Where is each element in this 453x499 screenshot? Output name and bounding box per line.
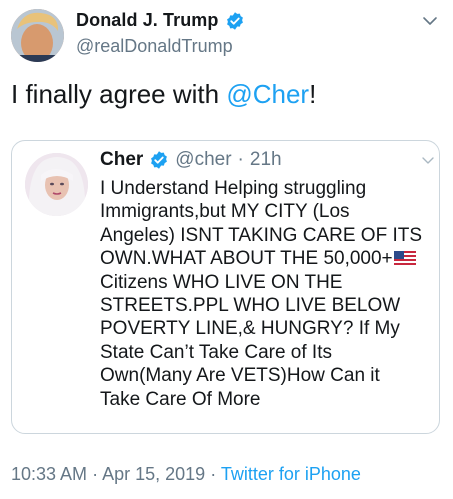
tweet-metadata: 10:33 AM · Apr 15, 2019 · Twitter for iP…: [11, 464, 361, 485]
quoted-text-line: I Understand Helping struggling: [100, 178, 367, 199]
author-name[interactable]: Donald J. Trump: [76, 10, 219, 31]
tweet-text: I finally agree with @Cher!: [11, 78, 316, 110]
quoted-author-handle[interactable]: @cher: [175, 149, 231, 171]
tweet-text-suffix: !: [309, 79, 317, 109]
quoted-text-line: POVERTY LINE,& HUNGRY? If My: [100, 318, 400, 340]
quoted-text-line: Immigrants,but MY CITY (Los: [100, 201, 350, 223]
tweet-text-prefix: I finally agree with: [11, 79, 227, 109]
mention-link[interactable]: @Cher: [226, 79, 309, 109]
tweet-date[interactable]: Apr 15, 2019: [102, 464, 205, 484]
quoted-tweet-text: I Understand Helping struggling Immigran…: [100, 177, 435, 411]
author-handle[interactable]: @realDonaldTrump: [76, 36, 233, 57]
quoted-text-line: STREETS.PPL WHO LIVE BELOW: [100, 295, 401, 317]
quoted-text-line-with-flag: OWN.WHAT ABOUT THE 50,000+: [100, 247, 435, 270]
quoted-text-line: Own(Many Are VETS)How Can it: [100, 365, 380, 387]
author-avatar[interactable]: [11, 9, 64, 62]
quoted-text-line: State Can’t Take Care of Its: [100, 341, 332, 363]
tweet-time[interactable]: 10:33 AM: [11, 464, 87, 484]
quoted-text-line: Citizens WHO LIVE ON THE: [100, 271, 343, 293]
separator-dot: ·: [210, 464, 217, 484]
quoted-author-name[interactable]: Cher: [100, 149, 143, 171]
us-flag-icon: [393, 251, 416, 266]
quoted-text-line: Angeles) ISNT TAKING CARE OF ITS: [100, 224, 423, 246]
quoted-author-avatar[interactable]: [25, 153, 88, 216]
separator-dot: ·: [237, 149, 244, 170]
source-link[interactable]: Twitter for iPhone: [221, 464, 361, 484]
verified-badge-icon: [226, 11, 243, 30]
quoted-tweet-card[interactable]: Cher @cher · 21h I Understand Helping st…: [11, 140, 440, 434]
quoted-text-line: Take Care Of More: [100, 388, 261, 410]
quoted-time-ago[interactable]: 21h: [250, 149, 282, 171]
verified-badge-icon: [151, 151, 168, 169]
quoted-text-line: OWN.WHAT ABOUT THE 50,000+: [100, 248, 393, 270]
chevron-down-icon[interactable]: [421, 12, 439, 30]
separator-dot: ·: [92, 464, 99, 484]
chevron-down-icon[interactable]: [421, 153, 435, 167]
